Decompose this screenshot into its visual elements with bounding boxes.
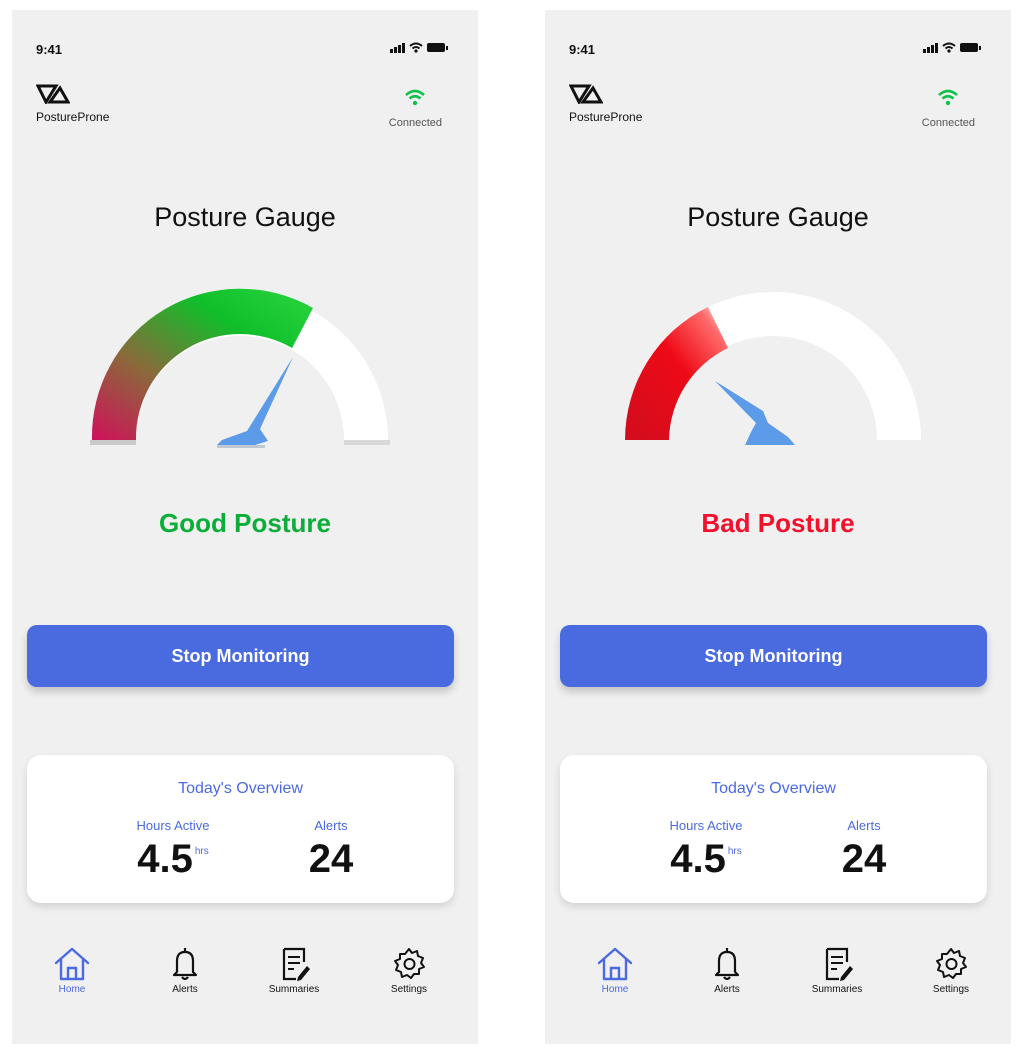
- overview-title: Today's Overview: [711, 780, 836, 797]
- status-icons: [923, 42, 981, 53]
- hours-active-stat: Hours Active 4.5 hrs: [658, 818, 754, 882]
- nav-settings[interactable]: Settings: [906, 946, 996, 995]
- brand-name: PostureProne: [36, 110, 110, 124]
- nav-label-home: Home: [58, 984, 86, 995]
- phone-screen-bad: 9:41 PostureProne Connected Posture Gaug…: [545, 10, 1011, 1044]
- nav-label-summaries: Summaries: [268, 984, 320, 995]
- posture-status: Good Posture: [159, 508, 331, 538]
- cellular-signal-icon: [923, 42, 938, 53]
- nav-summaries[interactable]: Summaries: [249, 946, 339, 995]
- wifi-connected-icon: [405, 89, 426, 106]
- alerts-value: 24: [841, 837, 887, 881]
- logo-mark-icon: [36, 84, 70, 104]
- connection-label: Connected: [388, 117, 442, 129]
- hours-unit: hrs: [727, 846, 742, 857]
- phone-screen-good: 9:41 PostureProne Connected Posture Gaug…: [12, 10, 478, 1044]
- gauge-needle: [217, 357, 293, 445]
- document-edit-icon: [282, 947, 310, 981]
- hours-active-value: 4.5: [670, 837, 726, 881]
- stop-monitoring-button[interactable]: Stop Monitoring: [560, 625, 987, 687]
- status-time: 9:41: [569, 42, 596, 57]
- brand-name: PostureProne: [569, 110, 643, 124]
- overview-title: Today's Overview: [178, 780, 303, 797]
- bell-icon: [714, 948, 740, 981]
- logo-mark-icon: [569, 84, 603, 104]
- overview-card: Today's Overview Hours Active 4.5 hrs Ale…: [27, 755, 454, 903]
- status-bar: 9:41: [36, 42, 448, 62]
- hours-active-label: Hours Active: [136, 818, 210, 833]
- nav-label-alerts: Alerts: [714, 984, 740, 995]
- connection-status[interactable]: Connected: [389, 88, 442, 129]
- alerts-stat: Alerts 24: [832, 818, 896, 882]
- nav-label-summaries: Summaries: [811, 984, 863, 995]
- alerts-label: Alerts: [847, 818, 881, 833]
- gauge-title: Posture Gauge: [687, 202, 869, 232]
- hours-active-stat: Hours Active 4.5 hrs: [125, 818, 221, 882]
- bell-icon: [172, 948, 198, 981]
- connection-label: Connected: [921, 117, 975, 129]
- nav-alerts[interactable]: Alerts: [682, 946, 772, 995]
- wifi-connected-icon: [938, 89, 959, 106]
- nav-settings[interactable]: Settings: [364, 946, 454, 995]
- nav-alerts[interactable]: Alerts: [140, 946, 230, 995]
- bottom-nav: Home Alerts Summaries Settings: [12, 946, 478, 1006]
- posture-status: Bad Posture: [701, 508, 855, 538]
- gauge-title: Posture Gauge: [154, 202, 336, 232]
- status-bar: 9:41: [569, 42, 981, 62]
- document-edit-icon: [825, 947, 853, 981]
- hours-active-label: Hours Active: [669, 818, 743, 833]
- home-icon: [597, 947, 633, 981]
- brand-logo: PostureProne: [569, 84, 642, 124]
- alerts-stat: Alerts 24: [299, 818, 363, 882]
- gear-icon: [394, 948, 425, 979]
- battery-icon: [427, 43, 448, 52]
- wifi-status-icon: [942, 42, 956, 53]
- posture-gauge: [625, 292, 921, 445]
- status-icons: [390, 42, 448, 53]
- nav-summaries[interactable]: Summaries: [792, 946, 882, 995]
- gear-icon: [936, 948, 967, 979]
- gauge-fill-bad: [625, 307, 728, 440]
- cellular-signal-icon: [390, 42, 405, 53]
- gauge-needle: [715, 381, 795, 445]
- nav-label-settings: Settings: [390, 984, 428, 995]
- battery-icon: [960, 43, 981, 52]
- posture-gauge: [90, 288, 390, 448]
- stop-monitoring-button[interactable]: Stop Monitoring: [27, 625, 454, 687]
- alerts-label: Alerts: [314, 818, 348, 833]
- connection-status[interactable]: Connected: [922, 88, 975, 129]
- hours-active-value: 4.5: [137, 837, 193, 881]
- bottom-nav: Home Alerts Summaries Settings: [545, 946, 1011, 1006]
- home-icon: [54, 947, 90, 981]
- overview-card: Today's Overview Hours Active 4.5 hrs Ale…: [560, 755, 987, 903]
- status-time: 9:41: [36, 42, 63, 57]
- hours-unit: hrs: [194, 846, 209, 857]
- nav-home[interactable]: Home: [27, 946, 117, 995]
- alerts-value: 24: [308, 837, 354, 881]
- brand-logo: PostureProne: [36, 84, 109, 124]
- nav-label-settings: Settings: [932, 984, 970, 995]
- nav-label-alerts: Alerts: [172, 984, 198, 995]
- gauge-fill-good: [91, 288, 314, 440]
- nav-label-home: Home: [601, 984, 629, 995]
- wifi-status-icon: [409, 42, 423, 53]
- nav-home[interactable]: Home: [570, 946, 660, 995]
